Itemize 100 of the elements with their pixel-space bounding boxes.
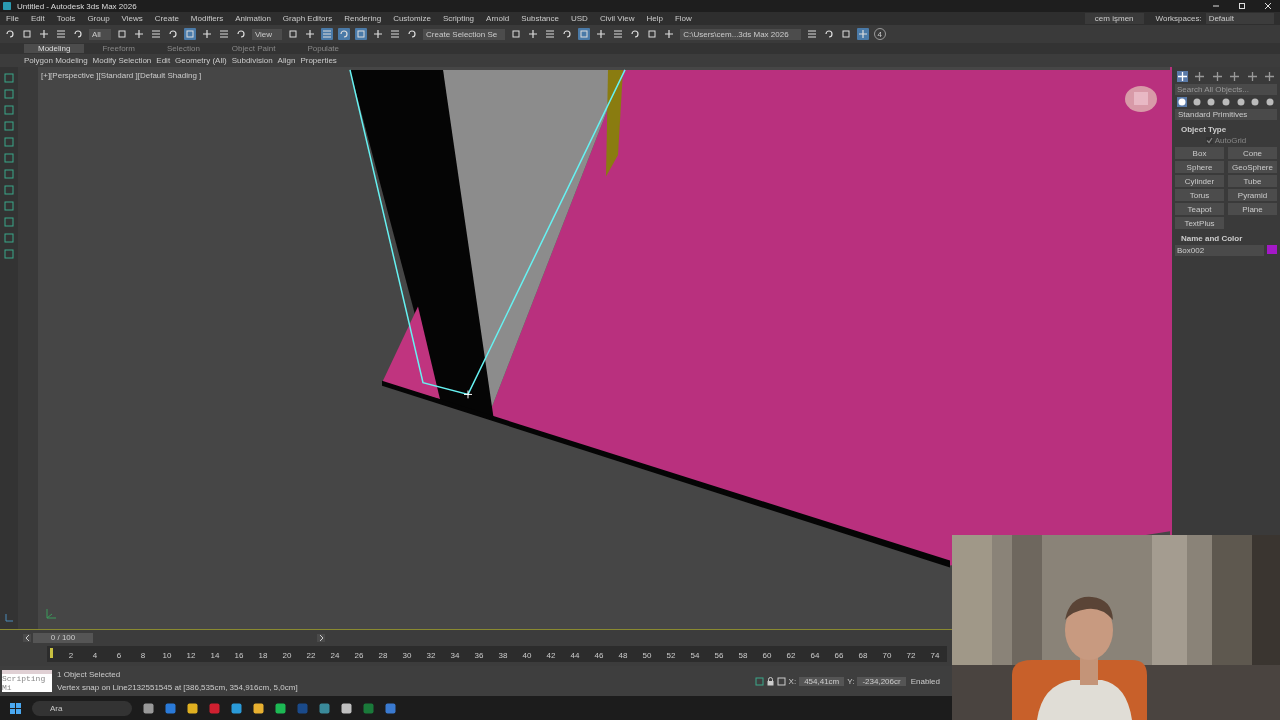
adaptive-degradation-button[interactable]: Enabled [910,676,940,686]
undo-icon[interactable] [4,28,16,40]
ribbon-panel-tab[interactable]: Modify Selection [92,56,152,65]
track-bar[interactable]: 2 4 6 8 10 12 14 16 18 20 22 24 26 28 30 32 34 36 38 40 42 44 46 48 50 52 54 56 58 60 62 64 66 68 70 72 74 [47,646,947,662]
rollout-header[interactable]: Object Type [1175,125,1277,134]
menu-item[interactable]: Civil View [599,14,635,23]
ribbon-panel-tab[interactable]: Polygon Modeling [24,56,88,65]
coordinate-dropdown[interactable]: View [251,28,283,40]
isolate-icon[interactable] [754,676,764,686]
primitive-button[interactable]: Cone [1228,147,1277,159]
frame-number: 30 [401,651,413,662]
ribbon-tab[interactable]: Populate [293,44,353,53]
frame-number: 46 [593,651,605,662]
taskbar-search-field[interactable]: Ara [32,700,133,716]
frame-number: 20 [281,651,293,662]
search-field[interactable]: Search All Objects... [1175,84,1277,95]
frame-number: 54 [689,651,701,662]
workspaces-label: Workspaces: [1155,14,1202,23]
menu-item[interactable]: Graph Editors [282,14,333,23]
frame-number: 28 [377,651,389,662]
viewcube-icon[interactable] [1124,85,1158,113]
axis-tripod-icon [44,607,58,621]
frame-number: 52 [665,651,677,662]
menu-item[interactable]: Scripting [442,14,475,23]
previous-frame-button[interactable] [23,634,31,642]
frame-number: 60 [761,651,773,662]
vertex-marker-icon [463,390,473,399]
frame-number: 6 [115,651,123,662]
close-icon[interactable] [1264,2,1272,10]
menu-item[interactable]: File [6,14,19,23]
menu-item[interactable]: Tools [56,14,76,23]
project-path-dropdown[interactable]: C:\Users\cem...3ds Max 2026 [680,28,801,40]
ribbon-tab[interactable]: Object Paint [217,44,290,53]
primitive-button[interactable]: TextPlus [1175,217,1224,229]
sphere-icon[interactable] [1177,97,1187,107]
frame-number: 48 [617,651,629,662]
frame-number: 32 [425,651,437,662]
menu-item[interactable]: Help [646,14,663,23]
app-logo-icon [3,2,11,10]
plus-icon[interactable] [1177,71,1188,82]
primitive-button[interactable]: Tube [1228,175,1277,187]
next-frame-button[interactable] [317,634,325,642]
menu-item[interactable]: Rendering [344,14,382,23]
menu-item[interactable]: Animation [235,14,271,23]
ribbon-panel-tab[interactable]: Geometry (All) [175,56,227,65]
primitive-button[interactable]: Teapot [1175,203,1224,215]
primitive-button[interactable]: Plane [1228,203,1277,215]
menu-item[interactable]: Customize [393,14,431,23]
ribbon-tab[interactable]: Modeling [24,44,85,53]
frame-number: 70 [881,651,893,662]
primitive-button[interactable]: Torus [1175,189,1224,201]
selection-filter-dropdown[interactable]: All [89,28,111,40]
autogrid-checkbox[interactable] [1205,137,1213,144]
menu-item[interactable]: Substance [521,14,559,23]
lock-icon[interactable] [766,676,774,686]
menu-item[interactable]: USD [571,14,588,23]
menu-item[interactable]: Modifiers [190,14,224,23]
primitive-button[interactable]: Pyramid [1228,189,1277,201]
menu-item[interactable]: Views [121,14,143,23]
ribbon-tab[interactable]: Selection [152,44,214,53]
frame-number: 26 [353,651,365,662]
ribbon-panel-tab[interactable]: Align [277,56,296,65]
ribbon-panel-tab[interactable]: Subdivision [231,56,273,65]
frame-number: 64 [809,651,821,662]
transform-mode-icon[interactable] [776,676,786,686]
frame-number: 50 [641,651,653,662]
frame-counter[interactable]: 0 / 100 [33,633,93,643]
ribbon-panel-tab[interactable]: Properties [300,56,337,65]
y-coordinate-field[interactable]: -234,206cr [857,676,906,686]
viewport-label[interactable]: [+][Perspective ][Standard ][Default Shading ] [41,71,202,80]
frame-number: 4 [91,651,99,662]
primitive-button[interactable]: GeoSphere [1228,161,1277,173]
named-selection-dropdown[interactable]: Create Selection Se [423,28,506,40]
menu-item[interactable]: Flow [674,14,692,23]
ribbon-tab[interactable]: Freeform [88,44,149,53]
color-swatch[interactable] [1267,245,1277,254]
workspace-dropdown[interactable]: Default [1205,13,1274,24]
primitive-type-dropdown[interactable]: Standard Primitives [1175,109,1277,120]
menu-item[interactable]: Arnold [486,14,510,23]
minimize-icon[interactable] [1212,2,1220,10]
frame-number: 68 [857,651,869,662]
primitive-button[interactable]: Sphere [1175,161,1224,173]
menu-item[interactable]: Create [154,14,179,23]
primitive-button[interactable]: Box [1175,147,1224,159]
x-coordinate-field[interactable]: 454,41cm [799,676,845,686]
account-button[interactable]: cem işmen [1084,13,1144,24]
prompt-text: Vertex snap on Line2132551545 at [386,535cm, 354,916cm, 5,0cm] [57,683,298,692]
frame-marker[interactable] [50,648,53,658]
start-icon[interactable] [10,702,21,714]
menu-item[interactable]: Edit [30,14,45,23]
menu-item[interactable]: Group [87,14,110,23]
axis-icon [4,613,14,623]
frame-number: 18 [257,651,269,662]
primitive-button[interactable]: Cylinder [1175,175,1224,187]
ribbon-panel-tab[interactable]: Edit [156,56,171,65]
object-name-field[interactable]: Box002 [1175,245,1264,256]
rollout-header[interactable]: Name and Color [1175,234,1277,243]
restore-icon[interactable] [1238,2,1246,10]
frame-number: 44 [569,651,581,662]
y-label: Y: [847,676,855,686]
